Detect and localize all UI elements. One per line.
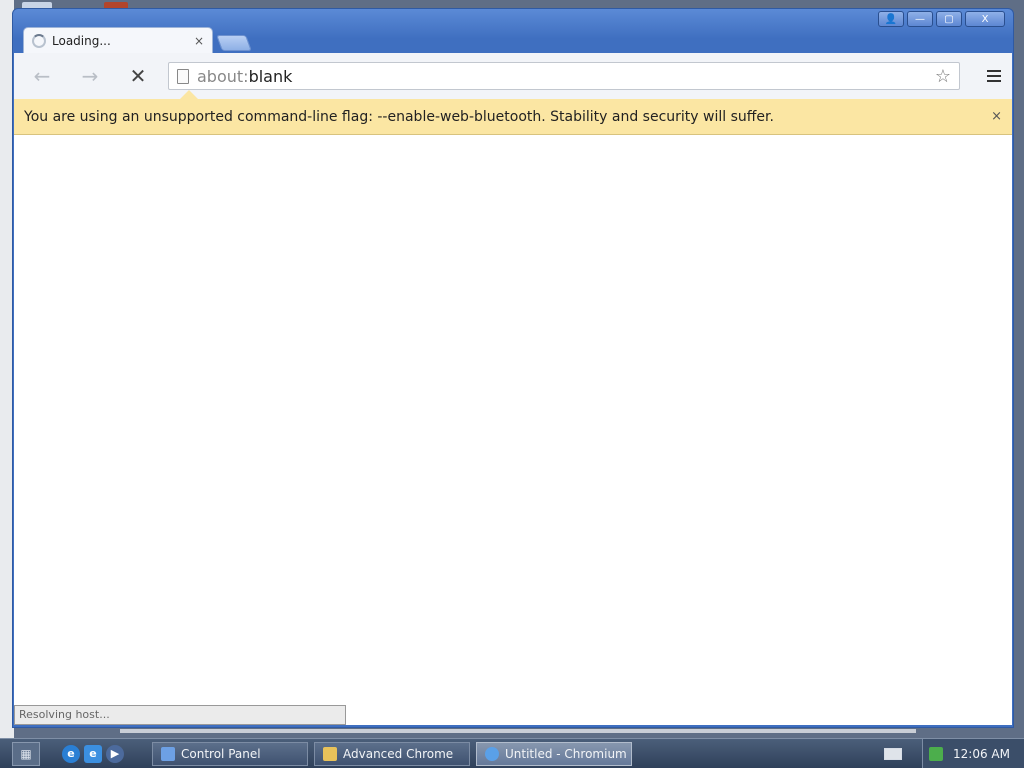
menu-bar-icon <box>987 75 1001 77</box>
minimize-button[interactable]: — <box>907 11 933 27</box>
tab-title: Loading... <box>52 33 111 48</box>
control-panel-icon <box>161 746 175 761</box>
bookmark-star-icon[interactable]: ☆ <box>935 66 951 87</box>
infobar-message: You are using an unsupported command-lin… <box>24 108 774 125</box>
system-tray: 12:06 AM <box>884 738 1024 768</box>
task-label: Advanced Chrome <box>343 746 454 761</box>
address-bar[interactable]: about: blank ☆ <box>168 62 960 90</box>
stop-button[interactable]: ✕ <box>118 61 158 91</box>
task-label: Control Panel <box>181 746 261 761</box>
keyboard-icon[interactable] <box>884 747 902 760</box>
window-controls: 👤 — ▢ X <box>878 11 1005 27</box>
loading-spinner-icon <box>32 33 46 48</box>
tab-strip: Loading... × <box>23 27 252 53</box>
tab-loading[interactable]: Loading... × <box>23 27 213 53</box>
folder-icon <box>323 746 337 761</box>
menu-bar-icon <box>987 80 1001 82</box>
new-tab-button[interactable] <box>216 35 252 51</box>
quick-launch: e e ▶ <box>62 744 124 763</box>
task-chromium[interactable]: Untitled - Chromium <box>476 741 632 766</box>
menu-button[interactable] <box>982 64 1006 88</box>
page-icon <box>177 68 189 84</box>
horizontal-scrollbar[interactable] <box>120 729 916 733</box>
task-control-panel[interactable]: Control Panel <box>152 741 308 766</box>
network-icon[interactable] <box>929 746 944 761</box>
clock: 12:06 AM <box>953 746 1010 761</box>
url-host: blank <box>248 66 293 86</box>
infobar-close-icon[interactable]: × <box>991 109 1002 124</box>
taskbar: ▦ e e ▶ Control Panel Advanced Chrome Un… <box>0 738 1024 768</box>
tab-close-icon[interactable]: × <box>194 34 204 48</box>
browser-window: 👤 — ▢ X Loading... × ← → ✕ about: blank … <box>12 8 1014 728</box>
back-button[interactable]: ← <box>22 61 62 91</box>
start-button[interactable]: ▦ <box>12 741 40 766</box>
toolbar: ← → ✕ about: blank ☆ <box>14 53 1012 99</box>
status-bubble: Resolving host... <box>14 705 346 725</box>
infobar-arrow <box>180 90 198 99</box>
clock-area[interactable]: 12:06 AM <box>922 738 1024 768</box>
maximize-button[interactable]: ▢ <box>936 11 962 27</box>
media-player-icon[interactable]: ▶ <box>106 744 124 763</box>
chromium-icon <box>485 746 499 761</box>
task-label: Untitled - Chromium <box>505 746 627 761</box>
infobar-warning: You are using an unsupported command-lin… <box>14 90 1012 135</box>
forward-button[interactable]: → <box>70 61 110 91</box>
url-scheme: about: <box>197 66 249 86</box>
page-content[interactable]: Resolving host... <box>14 135 1012 725</box>
task-advanced-chrome[interactable]: Advanced Chrome <box>314 741 470 766</box>
browser-icon[interactable]: e <box>84 744 102 763</box>
close-window-button[interactable]: X <box>965 11 1005 27</box>
profile-button[interactable]: 👤 <box>878 11 904 27</box>
menu-bar-icon <box>987 70 1001 72</box>
internet-explorer-icon[interactable]: e <box>62 744 80 763</box>
